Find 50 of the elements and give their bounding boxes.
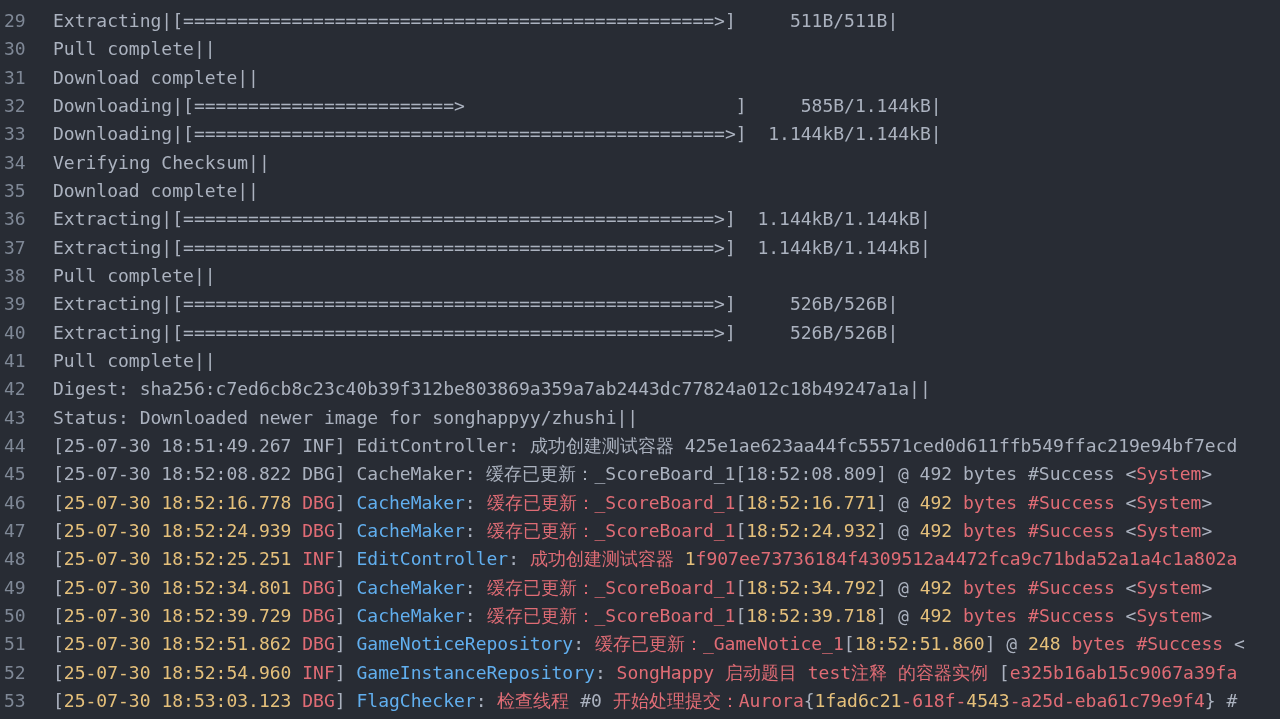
log-line: Download complete|| [53,65,259,90]
log-line: [25-07-30 18:51:49.267 INF] EditController: 成功创建测试容器 425e1ae623aa44fc55571ced0d611ffb549ffac219e94bf7ecd [53,433,1238,458]
log-line: Pull complete|| [53,348,216,373]
line-number: 29 [3,9,27,33]
log-line: [25-07-30 18:52:16.778 DBG] CacheMaker: 缓存已更新：_ScoreBoard_1[18:52:16.771] @ 492 bytes #Success <System> [53,490,1213,515]
log-line: [25-07-30 18:52:34.801 DBG] CacheMaker: 缓存已更新：_ScoreBoard_1[18:52:34.792] @ 492 bytes #Success <System> [53,575,1213,600]
line-number: 33 [3,122,27,147]
log-line: Verifying Checksum|| [53,150,270,175]
line-number: 48 [3,547,27,572]
line-number: 42 [3,377,27,402]
log-line: [25-07-30 18:52:25.251 INF] EditController: 成功创建测试容器 1f907ee73736184f4309512a4472fca9c71bda52a1a4c1a802a [53,547,1238,572]
line-number: 50 [3,603,27,628]
log-line: [25-07-30 18:52:51.862 DBG] GameNoticeRepository: 缓存已更新：_GameNotice_1[18:52:51.860] @ 248 bytes #Success < [53,632,1245,657]
line-number: 39 [3,292,27,317]
line-number: 49 [3,575,27,600]
log-line: [25-07-30 18:52:39.729 DBG] CacheMaker: 缓存已更新：_ScoreBoard_1[18:52:39.718] @ 492 bytes #Success <System> [53,603,1213,628]
log-line: Status: Downloaded newer image for songhappyy/zhushi|| [53,405,639,430]
log-line: Digest: sha256:c7ed6cb8c23c40b39f312be803869a359a7ab2443dc77824a012c18b49247a1a|| [53,377,931,402]
line-number: 43 [3,405,27,430]
log-line: Downloading|[========================> ] 585B/1.144kB| [53,94,942,118]
line-number: 53 [3,688,27,713]
line-number: 31 [3,65,27,90]
line-number: 37 [3,235,27,260]
line-number: 36 [3,207,27,232]
line-number: 47 [3,518,27,543]
line-number: 32 [3,94,27,118]
line-number: 35 [3,178,27,203]
line-number: 52 [3,660,27,685]
line-number: 51 [3,632,27,657]
log-line: [25-07-30 18:53:03.123 DBG] FlagChecker: 检查线程 #0 开始处理提交：Aurora{1fad6c21-618f-4543-a25d-eba61c79e9f4} # [53,688,1238,713]
log-line: [25-07-30 18:52:54.960 INF] GameInstanceRepository: SongHappy 启动题目 test注释 的容器实例 [e325b16ab15c9067a39fa [53,660,1238,685]
line-number: 45 [3,462,27,487]
log-line: Extracting|[=================================================>] 526B/526B| [53,320,899,345]
line-number: 46 [3,490,27,515]
log-line: Downloading|[=================================================>] 1.144kB/1.144kB| [53,122,942,147]
log-line: Pull complete|| [53,263,216,288]
log-line: [25-07-30 18:52:24.939 DBG] CacheMaker: 缓存已更新：_ScoreBoard_1[18:52:24.932] @ 492 bytes #Success <System> [53,518,1213,543]
log-line: Extracting|[=================================================>] 511B/511B| [53,9,899,33]
line-number: 38 [3,263,27,288]
line-number: 30 [3,37,27,62]
log-line: Pull complete|| [53,37,216,62]
log-line: Extracting|[=================================================>] 526B/526B| [53,292,899,317]
log-line: Download complete|| [53,178,259,203]
log-line: Extracting|[=================================================>] 1.144kB/1.144kB| [53,207,931,232]
log-line: Extracting|[=================================================>] 1.144kB/1.144kB| [53,235,931,260]
line-number: 41 [3,348,27,373]
line-number: 40 [3,320,27,345]
log-line: [25-07-30 18:52:08.822 DBG] CacheMaker: 缓存已更新：_ScoreBoard_1[18:52:08.809] @ 492 bytes #Success <System> [53,462,1213,487]
line-number: 44 [3,433,27,458]
line-number: 34 [3,150,27,175]
